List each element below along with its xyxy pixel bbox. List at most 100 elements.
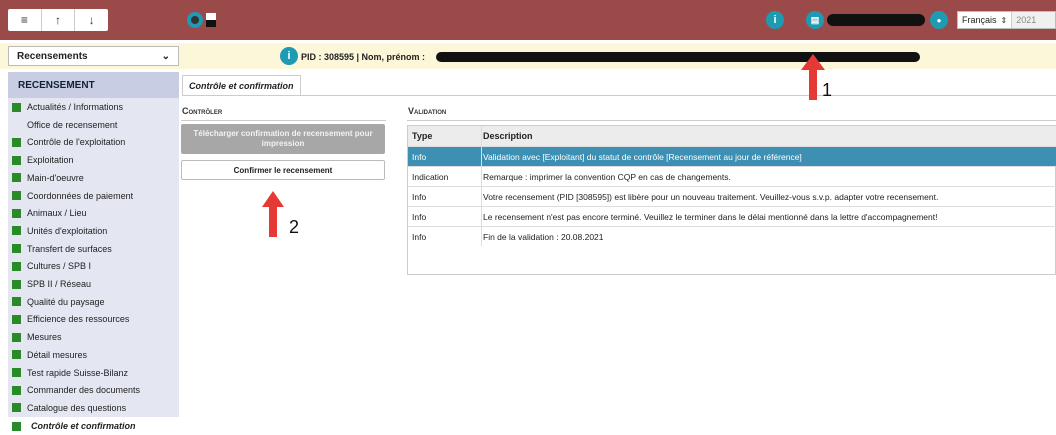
sidebar-item-label: Commander des documents <box>27 385 141 396</box>
cell-description: Remarque : imprimer la convention CQP en… <box>483 171 731 182</box>
section-select[interactable]: Recensements ⌄ <box>8 46 179 66</box>
sidebar-item-label: Office de recensement <box>27 119 118 130</box>
sidebar-item-label: Catalogue des questions <box>27 402 127 413</box>
cell-type: Info <box>412 231 427 242</box>
column-divider <box>481 126 482 246</box>
info-icon[interactable]: i <box>766 11 784 29</box>
sidebar-item-label: Animaux / Lieu <box>27 208 87 219</box>
select-arrows-icon: ⇕ <box>1000 15 1008 25</box>
sidebar-item[interactable]: Mesures <box>12 328 62 346</box>
red-arrow-2 <box>262 191 284 237</box>
down-arrow-button[interactable]: ↓ <box>75 9 108 31</box>
green-square-icon <box>12 137 21 147</box>
green-square-icon <box>12 208 21 218</box>
menu-button[interactable]: ≡ <box>8 9 42 31</box>
sidebar-item[interactable]: SPB II / Réseau <box>12 275 91 293</box>
table-row[interactable]: Info Validation avec [Exploitant] du stat… <box>408 146 1056 166</box>
sidebar-header: RECENSEMENT <box>8 72 179 98</box>
sidebar-item-label: Efficience des ressources <box>27 314 130 325</box>
sidebar-item[interactable]: Détail mesures <box>12 346 87 364</box>
redacted-name <box>436 52 920 62</box>
table-row[interactable]: Indication Remarque : imprimer la convent… <box>408 166 1056 186</box>
annotation-number-1: 1 <box>822 80 833 100</box>
user-icon[interactable]: ● <box>930 11 948 29</box>
sidebar-item-label: Détail mesures <box>27 349 88 360</box>
tab-controle-confirmation[interactable]: Contrôle et confirmation <box>182 75 301 95</box>
app-logo <box>187 12 216 28</box>
section-select-value: Recensements <box>17 50 88 62</box>
toolbar-group: ≡ ↑ ↓ <box>8 9 108 31</box>
sidebar-item-label: SPB II / Réseau <box>27 279 92 289</box>
green-square-icon <box>12 155 21 165</box>
green-square-icon <box>12 279 21 289</box>
document-icon[interactable]: ▤ <box>806 11 824 29</box>
column-header-type: Type <box>412 131 433 141</box>
up-arrow-button[interactable]: ↑ <box>42 9 76 31</box>
redacted-user-name <box>827 14 925 26</box>
cell-type: Info <box>412 191 427 202</box>
sidebar-item[interactable]: Transfert de surfaces <box>12 240 112 258</box>
cell-type: Info <box>412 151 427 162</box>
green-square-icon <box>12 350 21 360</box>
sidebar-item[interactable]: Coordonnées de paiement <box>12 187 133 205</box>
sidebar-item-label: Qualité du paysage <box>27 296 105 307</box>
sidebar-item[interactable]: Efficience des ressources <box>12 310 129 328</box>
validation-table: Type Description Info Validation avec [Ex… <box>407 125 1056 275</box>
sidebar-item[interactable]: Actualités / Informations <box>12 98 123 116</box>
green-square-icon <box>12 261 21 271</box>
sidebar-item[interactable]: Test rapide Suisse-Bilanz <box>12 364 128 382</box>
green-square-icon <box>12 421 21 431</box>
cell-description: Fin de la validation : 20.08.2021 <box>483 231 604 242</box>
green-square-icon <box>12 385 21 395</box>
sidebar-item-label: Cultures / SPB I <box>27 261 92 272</box>
column-header-description: Description <box>483 131 533 141</box>
sidebar-item[interactable]: Main-d'oeuvre <box>12 169 84 187</box>
sidebar-item-label: Exploitation <box>27 155 74 166</box>
sidebar-item[interactable]: Qualité du paysage <box>12 293 105 311</box>
cell-description: Validation avec [Exploitant] du statut d… <box>483 151 802 162</box>
pid-label: PID : 308595 | Nom, prénom : <box>301 52 426 62</box>
sidebar-item[interactable]: Contrôle de l'exploitation <box>12 133 125 151</box>
top-bar: ≡ ↑ ↓ i ▤ ● Français ⇕ 2021 <box>0 0 1056 40</box>
pid-info-icon[interactable]: i <box>280 47 298 65</box>
table-row[interactable]: Info Votre recensement (PID [308595]) est… <box>408 186 1056 206</box>
table-row[interactable]: Info Le recensement n'est pas encore term… <box>408 206 1056 226</box>
green-square-icon <box>12 173 21 183</box>
language-value: Français <box>962 15 997 25</box>
sidebar-item[interactable]: Cultures / SPB I <box>12 257 91 275</box>
language-select[interactable]: Français ⇕ 2021 <box>957 11 1056 29</box>
year-field[interactable]: 2021 <box>1011 12 1055 28</box>
cell-type: Info <box>412 211 427 222</box>
download-confirmation-button[interactable]: Télécharger confirmation de recensement … <box>181 124 385 154</box>
table-row[interactable]: Info Fin de la validation : 20.08.2021 <box>408 226 1056 246</box>
sidebar-item-label: Contrôle et confirmation <box>31 421 136 431</box>
sidebar-item[interactable]: Animaux / Lieu <box>12 204 87 222</box>
tab-divider <box>182 95 1056 96</box>
green-square-icon <box>12 244 21 254</box>
sidebar-item[interactable]: Catalogue des questions <box>12 399 126 417</box>
validation-title: Validation <box>408 106 447 116</box>
section-divider <box>407 120 1056 121</box>
sidebar-item-label: Coordonnées de paiement <box>27 190 134 201</box>
green-square-icon <box>12 297 21 307</box>
green-square-icon <box>12 102 21 112</box>
sidebar-item[interactable]: Exploitation <box>12 151 74 169</box>
confirm-census-button[interactable]: Confirmer le recensement <box>181 160 385 180</box>
sidebar-item-label: Mesures <box>27 332 62 343</box>
cell-description: Le recensement n'est pas encore terminé.… <box>483 211 938 222</box>
annotation-number-2: 2 <box>289 217 300 237</box>
sidebar-item[interactable]: Commander des documents <box>12 381 140 399</box>
sidebar-item-label: Transfert de surfaces <box>27 243 112 254</box>
section-divider <box>181 120 386 121</box>
sidebar-item-active[interactable]: Contrôle et confirmation <box>12 419 136 433</box>
sidebar-item[interactable]: Office de recensement <box>27 116 117 134</box>
sidebar-item[interactable]: Unités d'exploitation <box>12 222 107 240</box>
chevron-down-icon: ⌄ <box>161 50 170 62</box>
sidebar-item-label: Test rapide Suisse-Bilanz <box>27 367 129 378</box>
green-square-icon <box>12 332 21 342</box>
sidebar-item-label: Unités d'exploitation <box>27 225 108 236</box>
green-square-icon <box>12 314 21 324</box>
cell-type: Indication <box>412 171 449 182</box>
table-header: Type Description <box>408 126 1056 146</box>
green-square-icon <box>12 226 21 236</box>
